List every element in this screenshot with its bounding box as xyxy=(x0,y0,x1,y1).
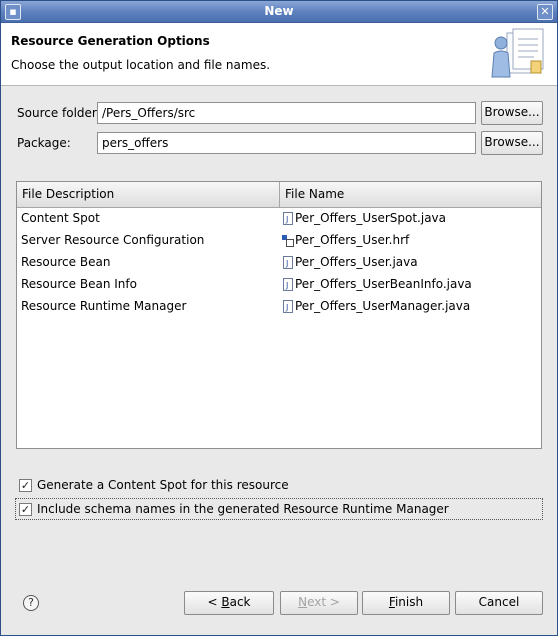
java-file-icon: J xyxy=(283,256,293,269)
include-schema-names-checkbox[interactable]: ✓ xyxy=(19,503,32,516)
wizard-banner-icon xyxy=(491,28,544,78)
close-window-button[interactable]: ✕ xyxy=(537,4,553,20)
table-header: File Description File Name xyxy=(17,182,541,208)
page-title: Resource Generation Options xyxy=(11,34,210,48)
generate-content-spot-label[interactable]: Generate a Content Spot for this resourc… xyxy=(37,478,289,492)
file-name-cell: Per_Offers_User.java xyxy=(295,255,418,269)
back-button[interactable]: < Back xyxy=(184,591,274,615)
wizard-header: Resource Generation Options Choose the o… xyxy=(1,23,557,86)
svg-text:J: J xyxy=(285,303,288,312)
svg-text:J: J xyxy=(285,281,288,290)
file-description-cell: Content Spot xyxy=(21,211,100,225)
hrf-file-icon xyxy=(282,235,294,247)
next-mnemonic: N xyxy=(298,595,308,609)
file-description-cell: Resource Bean Info xyxy=(21,277,137,291)
java-file-icon: J xyxy=(283,212,293,225)
page-description: Choose the output location and file name… xyxy=(11,58,271,72)
generate-content-spot-checkbox[interactable]: ✓ xyxy=(19,479,32,492)
back-rest: ack xyxy=(229,595,251,609)
file-description-cell: Resource Bean xyxy=(21,255,111,269)
svg-text:J: J xyxy=(285,259,288,268)
package-label: Package: xyxy=(17,136,71,150)
finish-rest: inish xyxy=(394,595,424,609)
back-prefix: < xyxy=(207,595,222,609)
java-file-icon: J xyxy=(283,278,293,291)
cancel-button[interactable]: Cancel xyxy=(455,591,543,615)
file-description-cell: Resource Runtime Manager xyxy=(21,299,187,313)
file-description-cell: Server Resource Configuration xyxy=(21,233,205,247)
next-button[interactable]: Next > xyxy=(280,591,358,615)
file-name-cell: Per_Offers_UserSpot.java xyxy=(295,211,446,225)
column-header-file-name[interactable]: File Name xyxy=(280,182,541,207)
package-input[interactable]: pers_offers xyxy=(97,132,476,154)
table-row[interactable]: Resource Runtime Manager J Per_Offers_Us… xyxy=(17,296,541,318)
next-rest: ext > xyxy=(307,595,340,609)
file-name-cell: Per_Offers_UserManager.java xyxy=(295,299,471,313)
include-schema-names-label[interactable]: Include schema names in the generated Re… xyxy=(37,502,449,516)
svg-text:J: J xyxy=(285,215,288,224)
source-folder-input[interactable]: /Pers_Offers/src xyxy=(97,102,476,124)
table-row[interactable]: Resource Bean Info J Per_Offers_UserBean… xyxy=(17,274,541,296)
window-title: New xyxy=(264,4,294,18)
java-file-icon: J xyxy=(283,300,293,313)
file-name-cell: Per_Offers_UserBeanInfo.java xyxy=(295,277,472,291)
file-name-cell: Per_Offers_User.hrf xyxy=(295,233,410,247)
table-row[interactable]: Server Resource Configuration Per_Offers… xyxy=(17,230,541,252)
finish-button[interactable]: Finish xyxy=(362,591,450,615)
help-icon[interactable]: ? xyxy=(23,595,39,611)
table-row[interactable]: Resource Bean J Per_Offers_User.java xyxy=(17,252,541,274)
table-row[interactable]: Content Spot J Per_Offers_UserSpot.java xyxy=(17,208,541,230)
browse-source-folder-button[interactable]: Browse... xyxy=(481,101,543,125)
back-mnemonic: B xyxy=(221,595,230,609)
title-bar[interactable]: ▪ New ✕ xyxy=(1,1,557,23)
column-header-file-description[interactable]: File Description xyxy=(17,182,279,207)
files-table[interactable]: File Description File Name Content Spot … xyxy=(16,181,542,449)
browse-package-button[interactable]: Browse... xyxy=(481,131,543,155)
source-folder-label: Source folder: xyxy=(17,106,101,120)
new-wizard-dialog: ▪ New ✕ Resource Generation Options Choo… xyxy=(0,0,558,636)
